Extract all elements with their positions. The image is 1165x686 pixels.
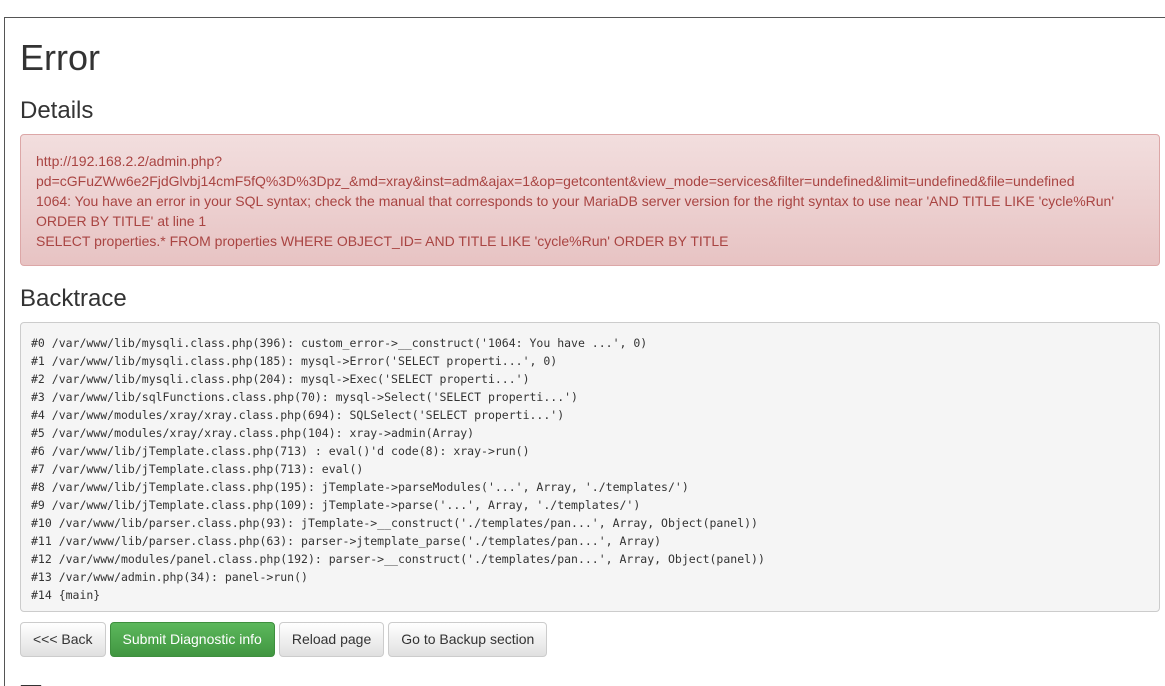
- error-alert: http://192.168.2.2/admin.php? pd=cGFuZWw…: [20, 134, 1160, 266]
- backtrace-box: #0 /var/www/lib/mysqli.class.php(396): c…: [20, 322, 1160, 612]
- error-url-line-2: pd=cGFuZWw6e2FjdGlvbj14cmF5fQ%3D%3Dpz_&m…: [36, 173, 1075, 189]
- next-section-heading: T: [20, 678, 42, 686]
- submit-diagnostic-button[interactable]: Submit Diagnostic info: [109, 622, 275, 657]
- backtrace-line: #0 /var/www/lib/mysqli.class.php(396): c…: [31, 336, 648, 350]
- error-query: SELECT properties.* FROM properties WHER…: [36, 233, 729, 249]
- error-message-line-1: 1064: You have an error in your SQL synt…: [36, 193, 1114, 209]
- backtrace-line: #11 /var/www/lib/parser.class.php(63): p…: [31, 534, 662, 548]
- backtrace-line: #14 {main}: [31, 588, 101, 602]
- backtrace-line: #3 /var/www/lib/sqlFunctions.class.php(7…: [31, 390, 578, 404]
- backtrace-line: #9 /var/www/lib/jTemplate.class.php(109)…: [31, 498, 641, 512]
- backtrace-line: #1 /var/www/lib/mysqli.class.php(185): m…: [31, 354, 558, 368]
- backtrace-line: #6 /var/www/lib/jTemplate.class.php(713)…: [31, 444, 530, 458]
- backtrace-line: #8 /var/www/lib/jTemplate.class.php(195)…: [31, 480, 689, 494]
- backtrace-line: #12 /var/www/modules/panel.class.php(192…: [31, 552, 765, 566]
- backup-section-button[interactable]: Go to Backup section: [388, 622, 548, 657]
- backtrace-line: #2 /var/www/lib/mysqli.class.php(204): m…: [31, 372, 530, 386]
- error-url-line-1: http://192.168.2.2/admin.php?: [36, 153, 223, 169]
- reload-page-button[interactable]: Reload page: [278, 622, 385, 657]
- backtrace-line: #7 /var/www/lib/jTemplate.class.php(713)…: [31, 462, 364, 476]
- action-buttons: <<< Back Submit Diagnostic info Reload p…: [20, 622, 548, 657]
- backtrace-line: #5 /var/www/modules/xray/xray.class.php(…: [31, 426, 475, 440]
- backtrace-line: #10 /var/www/lib/parser.class.php(93): j…: [31, 516, 758, 530]
- backtrace-line: #4 /var/www/modules/xray/xray.class.php(…: [31, 408, 565, 422]
- back-button[interactable]: <<< Back: [20, 622, 106, 657]
- error-message-line-2: ORDER BY TITLE' at line 1: [36, 213, 207, 229]
- backtrace-heading: Backtrace: [20, 285, 127, 312]
- details-heading: Details: [20, 97, 94, 124]
- page-title: Error: [20, 37, 100, 78]
- backtrace-line: #13 /var/www/admin.php(34): panel->run(): [31, 570, 308, 584]
